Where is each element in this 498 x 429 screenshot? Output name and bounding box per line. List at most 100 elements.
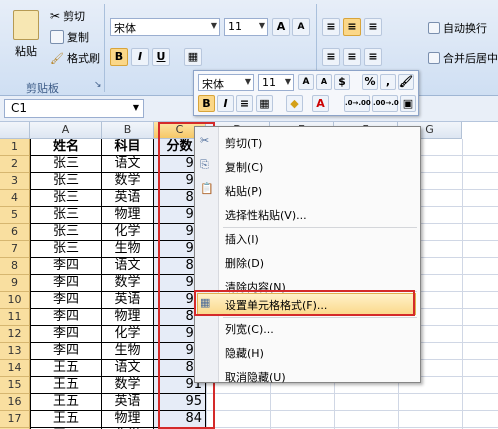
menu-item[interactable]: 隐藏(H): [225, 345, 264, 361]
cell-a[interactable]: 李四: [30, 326, 102, 343]
cell-a[interactable]: 姓名: [30, 139, 102, 156]
format-painter-icon[interactable]: 🖌: [398, 74, 414, 90]
row-header[interactable]: 4: [0, 190, 30, 207]
mini-align-button[interactable]: ≡: [236, 95, 253, 112]
row-header[interactable]: 6: [0, 224, 30, 241]
menu-item[interactable]: 删除(D): [225, 255, 264, 271]
grow-font-icon[interactable]: A: [298, 74, 314, 90]
align-top-icon[interactable]: ≡: [322, 18, 340, 36]
row-header[interactable]: 9: [0, 275, 30, 292]
merge-center-button[interactable]: 合并后居中: [428, 50, 498, 66]
cell-b[interactable]: 物理: [102, 207, 154, 224]
cell-b[interactable]: 语文: [102, 258, 154, 275]
font-size-combo[interactable]: 11 ▼: [224, 18, 268, 36]
cell-a[interactable]: 李四: [30, 275, 102, 292]
align-right-icon[interactable]: ≡: [364, 48, 382, 66]
paste-button[interactable]: 粘贴: [6, 10, 46, 59]
cell-b[interactable]: 数学: [102, 377, 154, 394]
menu-item[interactable]: 剪切(T): [225, 135, 262, 151]
borders-icon[interactable]: ▦: [184, 48, 202, 66]
name-box[interactable]: C1 ▼: [4, 99, 144, 118]
cell-b[interactable]: 科目: [102, 139, 154, 156]
align-center-icon[interactable]: ≡: [343, 48, 361, 66]
cell-a[interactable]: 张三: [30, 156, 102, 173]
wrap-text-button[interactable]: 自动换行: [428, 20, 487, 36]
menu-item[interactable]: 取消隐藏(U): [225, 369, 286, 385]
currency-icon[interactable]: $: [334, 74, 350, 90]
menu-item[interactable]: 复制(C): [225, 159, 263, 175]
row-header[interactable]: 7: [0, 241, 30, 258]
row-header[interactable]: 2: [0, 156, 30, 173]
cell-b[interactable]: 物理: [102, 411, 154, 428]
row-header[interactable]: 13: [0, 343, 30, 360]
cell-a[interactable]: 王五: [30, 360, 102, 377]
cell-b[interactable]: 英语: [102, 394, 154, 411]
row-header[interactable]: 16: [0, 394, 30, 411]
mini-bold-button[interactable]: B: [198, 95, 215, 112]
increase-decimal-button[interactable]: .0→.00: [344, 95, 371, 112]
underline-button[interactable]: U: [152, 48, 170, 66]
column-header-a[interactable]: A: [30, 122, 102, 139]
mini-font-combo[interactable]: 宋体 ▼: [198, 74, 254, 91]
row-header[interactable]: 11: [0, 309, 30, 326]
cell-b[interactable]: 数学: [102, 173, 154, 190]
cell-a[interactable]: 李四: [30, 309, 102, 326]
cell-a[interactable]: 张三: [30, 241, 102, 258]
cell-a[interactable]: 张三: [30, 190, 102, 207]
merge-icon[interactable]: ▣: [400, 95, 416, 112]
row-header[interactable]: 5: [0, 207, 30, 224]
percent-button[interactable]: %: [362, 74, 378, 90]
copy-button[interactable]: 复制: [50, 29, 89, 45]
align-middle-icon[interactable]: ≡: [343, 18, 361, 36]
shrink-font-button[interactable]: A: [292, 18, 310, 36]
decrease-decimal-button[interactable]: .00→.0: [372, 95, 399, 112]
cell-a[interactable]: 李四: [30, 258, 102, 275]
cell-b[interactable]: 化学: [102, 224, 154, 241]
cell-a[interactable]: 李四: [30, 343, 102, 360]
row-header[interactable]: 15: [0, 377, 30, 394]
cell-b[interactable]: 物理: [102, 309, 154, 326]
cell-b[interactable]: 语文: [102, 156, 154, 173]
cell-a[interactable]: 王五: [30, 377, 102, 394]
row-header[interactable]: 10: [0, 292, 30, 309]
bold-button[interactable]: B: [110, 48, 128, 66]
font-name-combo[interactable]: 宋体 ▼: [110, 18, 220, 36]
cell-b[interactable]: 生物: [102, 241, 154, 258]
mini-size-combo[interactable]: 11 ▼: [258, 74, 294, 91]
cell-a[interactable]: 李四: [30, 292, 102, 309]
cell-a[interactable]: 王五: [30, 411, 102, 428]
cell-b[interactable]: 化学: [102, 326, 154, 343]
dialog-launcher-icon[interactable]: ↘: [94, 80, 102, 90]
row-header[interactable]: 8: [0, 258, 30, 275]
format-painter-button[interactable]: 🖌 格式刷: [50, 50, 100, 66]
align-bottom-icon[interactable]: ≡: [364, 18, 382, 36]
cell-b[interactable]: 生物: [102, 343, 154, 360]
menu-item[interactable]: 插入(I): [225, 231, 259, 247]
menu-item[interactable]: 选择性粘贴(V)...: [225, 207, 307, 223]
mini-italic-button[interactable]: I: [217, 95, 234, 112]
cell-a[interactable]: 张三: [30, 173, 102, 190]
comma-button[interactable]: ,: [380, 74, 396, 90]
font-color-icon[interactable]: A: [312, 95, 329, 112]
row-header[interactable]: 14: [0, 360, 30, 377]
cell-b[interactable]: 语文: [102, 360, 154, 377]
menu-item[interactable]: 粘贴(P): [225, 183, 262, 199]
cell-b[interactable]: 数学: [102, 275, 154, 292]
grow-font-button[interactable]: A: [272, 18, 290, 36]
cell-a[interactable]: 张三: [30, 207, 102, 224]
column-header-b[interactable]: B: [102, 122, 154, 139]
row-header[interactable]: 1: [0, 139, 30, 156]
menu-item[interactable]: 列宽(C)...: [225, 321, 274, 337]
cell-b[interactable]: 英语: [102, 190, 154, 207]
row-header[interactable]: 3: [0, 173, 30, 190]
shrink-font-icon[interactable]: A: [316, 74, 332, 90]
row-header[interactable]: 12: [0, 326, 30, 343]
cell-a[interactable]: 张三: [30, 224, 102, 241]
cell-a[interactable]: 王五: [30, 394, 102, 411]
italic-button[interactable]: I: [131, 48, 149, 66]
cut-button[interactable]: ✂ 剪切: [50, 8, 85, 24]
fill-color-icon[interactable]: ◆: [286, 95, 303, 112]
align-left-icon[interactable]: ≡: [322, 48, 340, 66]
row-header[interactable]: 17: [0, 411, 30, 428]
borders-icon[interactable]: ▦: [256, 95, 273, 112]
